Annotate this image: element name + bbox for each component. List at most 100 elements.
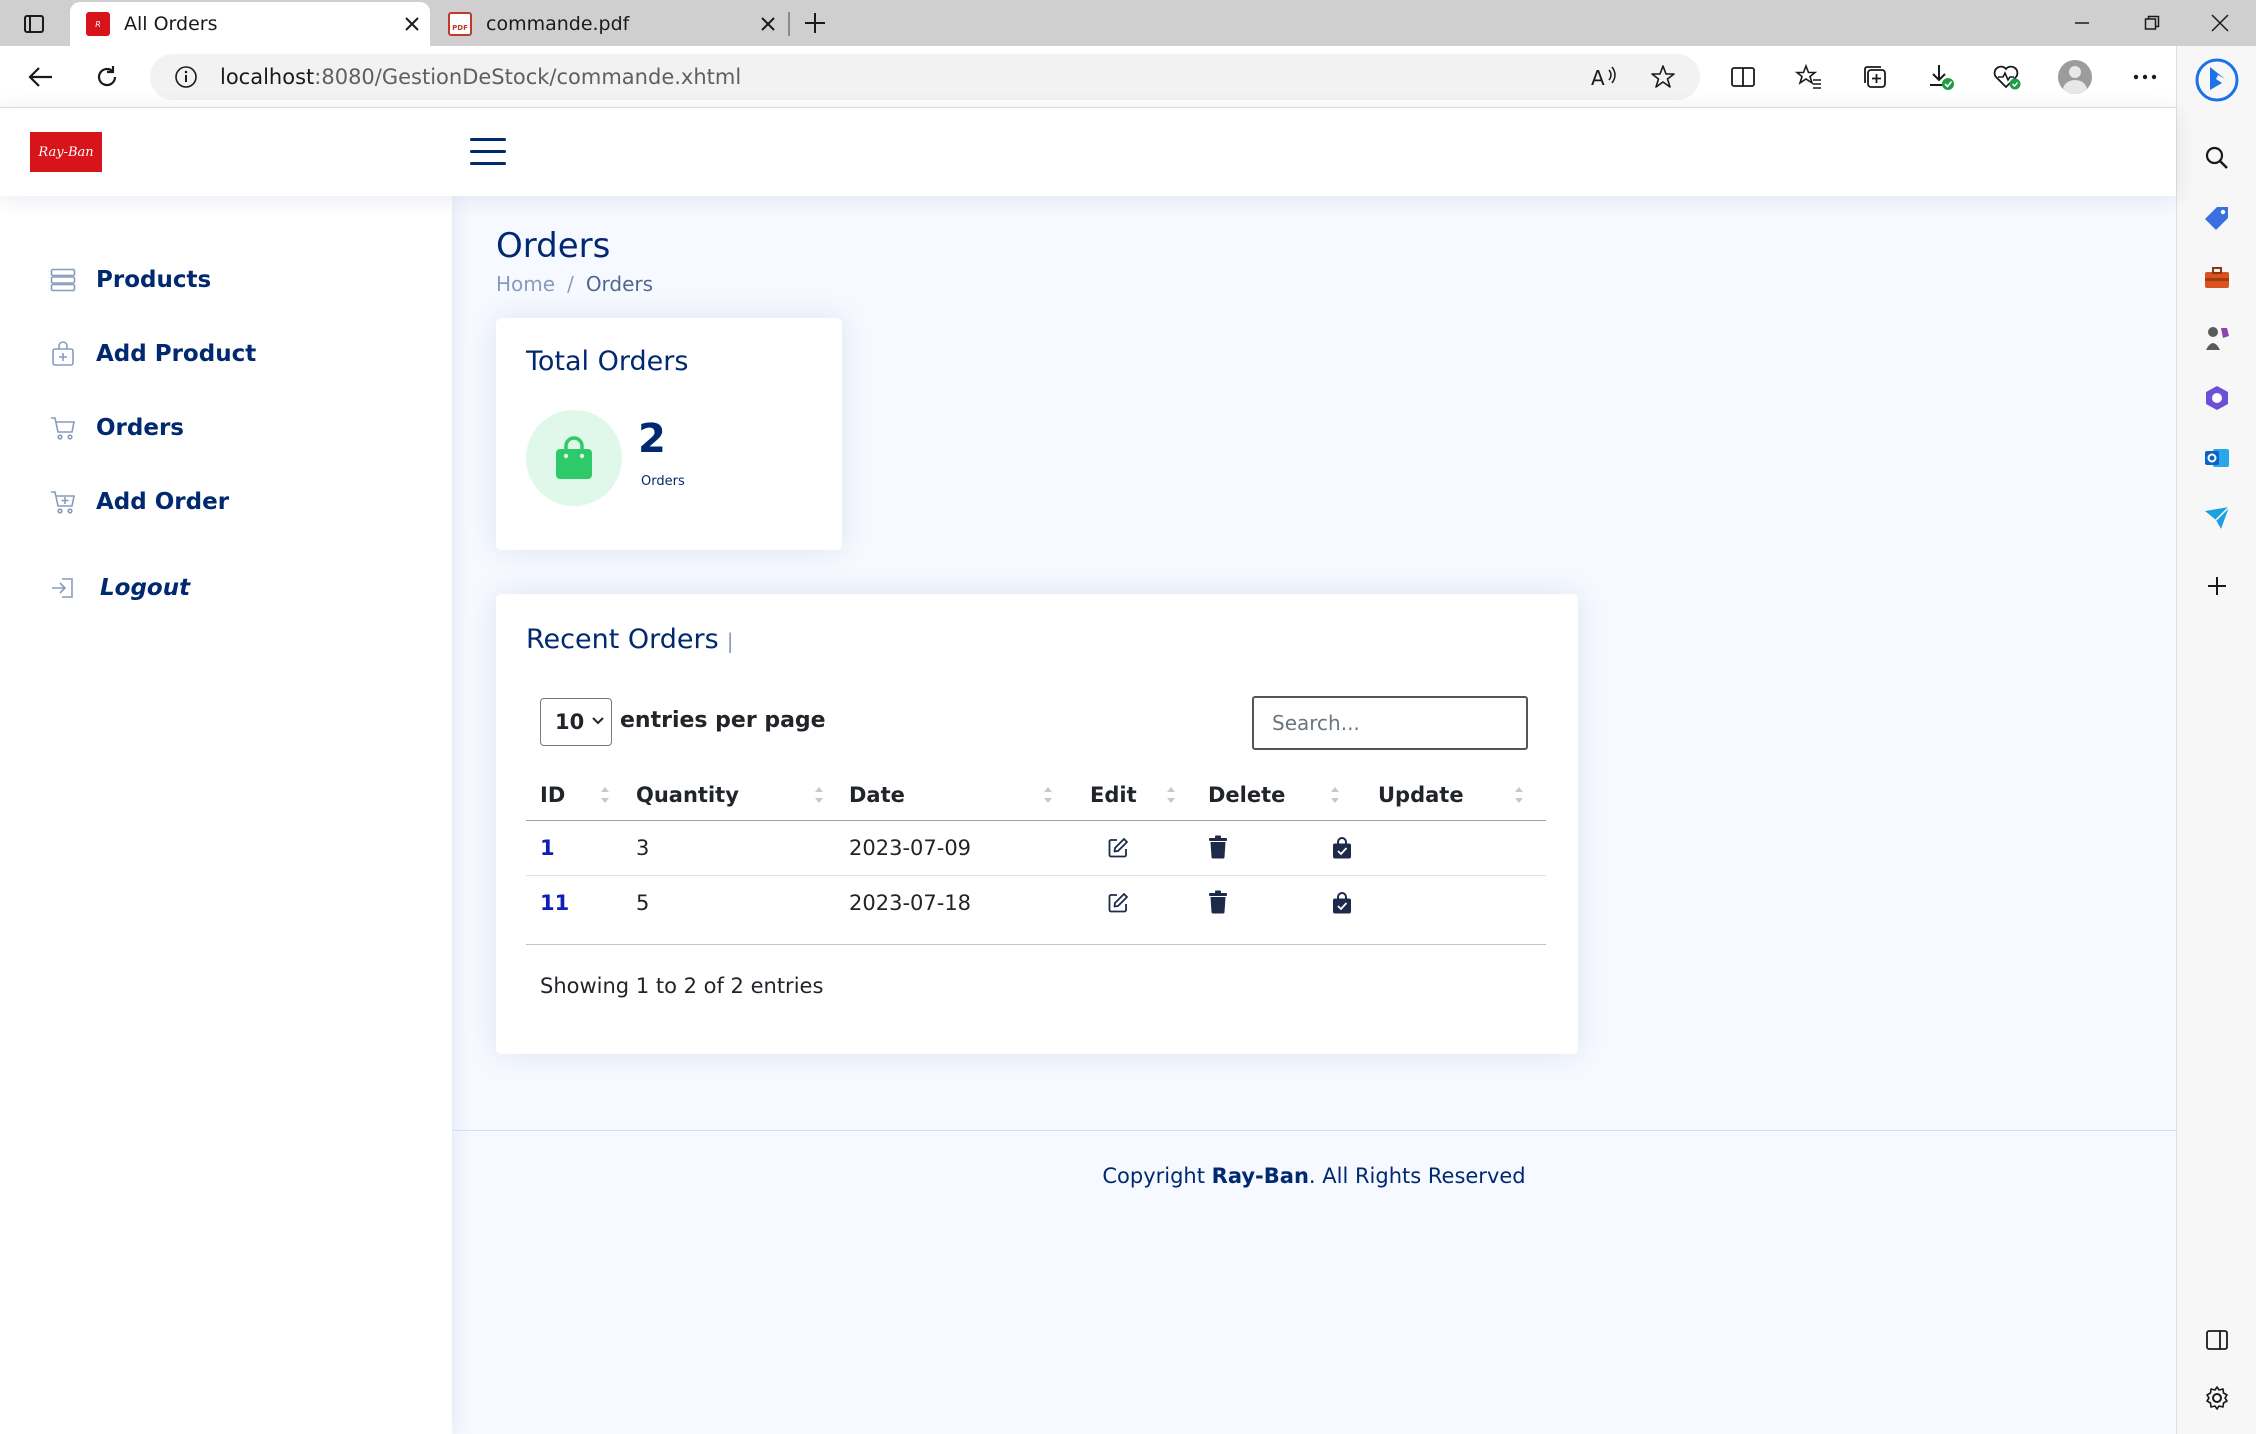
sort-icon <box>1328 781 1342 809</box>
footer-prefix: Copyright <box>1102 1164 1205 1188</box>
breadcrumb-separator: / <box>567 272 574 296</box>
browser-tab-commande-pdf[interactable]: PDF commande.pdf <box>432 2 786 46</box>
bag-plus-icon <box>48 339 78 369</box>
column-label: Update <box>1378 783 1464 807</box>
footer-suffix: . All Rights Reserved <box>1308 1164 1526 1188</box>
browser-tab-all-orders[interactable]: R All Orders <box>70 2 430 46</box>
main-content: Orders Home / Orders Total Orders 2 Orde… <box>452 196 2176 1434</box>
browser-essentials-icon[interactable] <box>1984 54 2030 100</box>
order-id-link[interactable]: 1 <box>540 821 555 875</box>
sidebar-item-add-product[interactable]: Add Product <box>48 332 256 376</box>
sidebar-item-label: Orders <box>96 415 184 441</box>
card-title: Recent Orders | <box>526 624 733 655</box>
total-orders-count: 2 <box>638 416 666 462</box>
address-bar[interactable]: localhost:8080/GestionDeStock/commande.x… <box>150 54 1700 100</box>
settings-gear-icon[interactable] <box>2195 1376 2239 1420</box>
collections-icon[interactable] <box>1852 54 1898 100</box>
minimize-icon[interactable] <box>2052 6 2112 40</box>
downloads-icon[interactable] <box>1918 54 1964 100</box>
tools-briefcase-icon[interactable] <box>2195 256 2239 300</box>
games-icon[interactable] <box>2195 316 2239 360</box>
table-row: 1 3 2023-07-09 <box>526 821 1546 875</box>
add-panel-icon[interactable] <box>2195 564 2239 608</box>
recent-orders-title: Recent Orders <box>526 624 719 655</box>
footer-divider <box>452 1130 2176 1131</box>
cart-plus-icon <box>48 487 78 517</box>
logout-icon <box>48 573 78 603</box>
close-window-icon[interactable] <box>2190 6 2250 40</box>
total-orders-card: Total Orders 2 Orders <box>496 318 842 550</box>
table-divider <box>526 944 1546 945</box>
order-id-link[interactable]: 11 <box>540 876 569 930</box>
split-screen-icon[interactable] <box>1720 54 1766 100</box>
menu-toggle-icon[interactable] <box>470 136 508 168</box>
url-host: localhost <box>220 65 315 89</box>
close-tab-icon[interactable] <box>750 6 786 42</box>
edit-icon[interactable] <box>1106 836 1130 860</box>
restore-icon[interactable] <box>2122 6 2182 40</box>
shopping-bag-icon <box>526 410 622 506</box>
page-title: Orders <box>496 226 611 266</box>
rayban-favicon-icon: R <box>86 12 110 36</box>
sidebar-item-logout[interactable]: Logout <box>48 566 190 610</box>
sidebar-item-label: Products <box>96 267 212 293</box>
bing-copilot-icon[interactable] <box>2191 54 2243 106</box>
edit-icon[interactable] <box>1106 891 1130 915</box>
svg-text:A: A <box>1591 66 1605 90</box>
rayban-logo[interactable]: Ray-Ban <box>30 132 102 172</box>
column-header-quantity[interactable]: Quantity <box>636 772 826 818</box>
column-header-id[interactable]: ID <box>540 772 612 818</box>
microsoft365-icon[interactable] <box>2195 376 2239 420</box>
back-icon[interactable] <box>18 54 64 100</box>
delete-trash-icon[interactable] <box>1206 835 1230 859</box>
column-label: Delete <box>1208 783 1286 807</box>
recent-orders-card: Recent Orders | 10 entries per page ID Qu… <box>496 594 1578 1054</box>
tab-actions-icon[interactable] <box>22 12 46 36</box>
entries-per-page-select[interactable]: 10 <box>540 698 612 746</box>
pdf-icon: PDF <box>448 12 472 36</box>
column-header-update[interactable]: Update <box>1378 772 1526 818</box>
footer: Copyright Ray-Ban. All Rights Reserved <box>452 1164 2176 1188</box>
close-tab-icon[interactable] <box>394 6 430 42</box>
column-label: Edit <box>1090 783 1137 807</box>
more-options-icon[interactable] <box>2122 54 2168 100</box>
breadcrumb-home[interactable]: Home <box>496 272 555 296</box>
favorites-icon[interactable] <box>1786 54 1832 100</box>
column-label: Date <box>849 783 905 807</box>
drop-send-icon[interactable] <box>2195 496 2239 540</box>
column-header-delete[interactable]: Delete <box>1208 772 1342 818</box>
search-input[interactable] <box>1252 696 1528 750</box>
title-suffix: | <box>726 629 734 653</box>
site-info-icon[interactable] <box>174 65 198 89</box>
sort-icon <box>598 781 612 809</box>
pagination-info: Showing 1 to 2 of 2 entries <box>540 974 824 998</box>
sidebar-item-products[interactable]: Products <box>48 258 211 302</box>
sort-icon <box>1164 781 1178 809</box>
update-bag-check-icon[interactable] <box>1330 891 1354 915</box>
hide-sidebar-icon[interactable] <box>2195 1318 2239 1362</box>
profile-avatar-icon[interactable] <box>2052 54 2098 100</box>
sort-icon <box>812 781 826 809</box>
card-title: Total Orders <box>526 346 689 377</box>
tab-title: commande.pdf <box>486 13 630 35</box>
column-label: ID <box>540 783 566 807</box>
refresh-icon[interactable] <box>84 54 130 100</box>
order-quantity: 5 <box>636 891 650 915</box>
logo-text: Ray-Ban <box>38 144 94 160</box>
search-icon[interactable] <box>2195 136 2239 180</box>
shopping-tag-icon[interactable] <box>2195 196 2239 240</box>
sidebar-item-add-order[interactable]: Add Order <box>48 480 229 524</box>
outlook-icon[interactable] <box>2195 436 2239 480</box>
update-bag-check-icon[interactable] <box>1330 836 1354 860</box>
column-header-edit[interactable]: Edit <box>1090 772 1178 818</box>
read-aloud-icon[interactable]: A <box>1590 64 1618 90</box>
sidebar-item-label: Add Product <box>96 341 257 367</box>
favorite-star-icon[interactable] <box>1650 64 1676 90</box>
new-tab-icon[interactable] <box>800 8 830 38</box>
sidebar-item-orders[interactable]: Orders <box>48 406 184 450</box>
footer-brand: Ray-Ban <box>1211 1164 1309 1188</box>
order-date: 2023-07-09 <box>849 836 972 860</box>
column-header-date[interactable]: Date <box>849 772 1055 818</box>
column-label: Quantity <box>636 783 739 807</box>
delete-trash-icon[interactable] <box>1206 890 1230 914</box>
